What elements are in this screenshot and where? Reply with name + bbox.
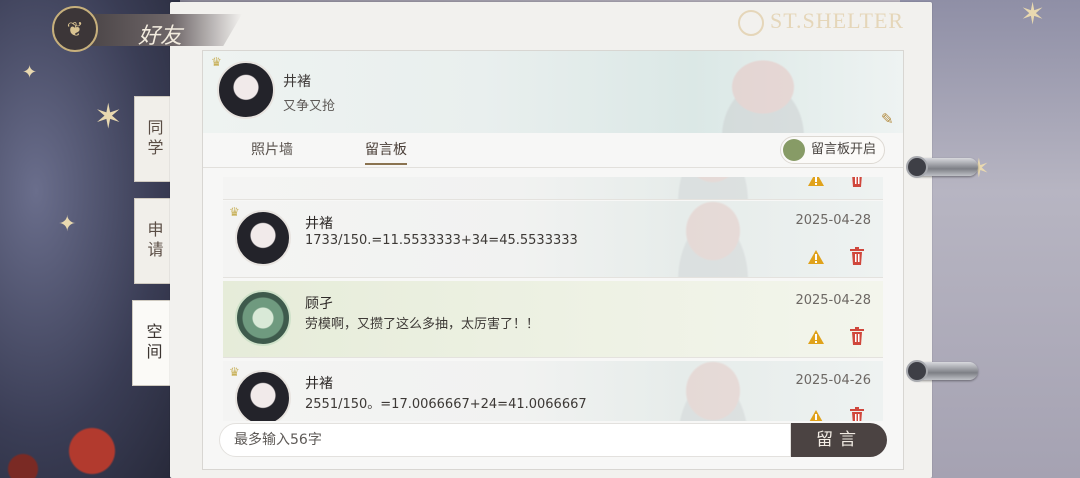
send-message-button[interactable]: 留言 xyxy=(791,423,887,457)
message-input[interactable] xyxy=(219,423,791,457)
message-author: 井褚 xyxy=(305,376,333,392)
toggle-label: 留言板开启 xyxy=(810,142,876,157)
tab-message-board[interactable]: 留言板 xyxy=(365,139,407,165)
avatar[interactable] xyxy=(217,61,275,119)
warning-icon[interactable] xyxy=(807,249,825,265)
message-text: 1733/150.=11.5533333+34=45.5533333 xyxy=(305,233,578,248)
side-tab-classmates[interactable]: 同学 xyxy=(134,96,172,182)
brand-logo: ST.SHELTER xyxy=(738,8,908,40)
space-panel: ♛ 井褚 又争又抢 ✎ 照片墙 留言板 留言板开启 ♛ 井褚 1733/150.… xyxy=(202,50,904,470)
warning-icon[interactable] xyxy=(807,409,825,421)
toggle-knob xyxy=(782,139,805,161)
profile-signature: 又争又抢 xyxy=(283,99,336,114)
list-item xyxy=(223,177,883,200)
avatar[interactable] xyxy=(235,210,291,266)
message-author: 顾孑 xyxy=(305,296,333,312)
edit-icon[interactable]: ✎ xyxy=(881,111,897,127)
list-item: 顾孑 劳模啊，又攒了这么多抽，太厉害了！！ 2025-04-28 xyxy=(223,281,883,358)
warning-icon[interactable] xyxy=(807,329,825,345)
character-illustration xyxy=(663,201,763,277)
trash-icon[interactable] xyxy=(849,247,865,265)
message-author: 井褚 xyxy=(305,216,333,232)
star-ornament-icon: ✦ xyxy=(58,212,77,237)
message-date: 2025-04-26 xyxy=(795,373,871,388)
trash-icon[interactable] xyxy=(849,407,865,421)
title-banner: ❦ 好友 xyxy=(52,6,242,52)
message-text: 劳模啊，又攒了这么多抽，太厉害了！！ xyxy=(305,317,540,332)
tab-bar: 照片墙 留言板 留言板开启 xyxy=(203,133,903,168)
message-composer: 留言 xyxy=(219,423,887,459)
character-illustration xyxy=(693,51,833,133)
profile-header: ♛ 井褚 又争又抢 ✎ xyxy=(203,51,903,133)
star-ornament-icon: ✦ xyxy=(22,62,38,83)
brand-text: ST.SHELTER xyxy=(770,8,905,33)
brand-crest-icon xyxy=(738,9,764,36)
character-illustration xyxy=(663,177,763,199)
binder-ring xyxy=(906,156,978,178)
message-date: 2025-04-28 xyxy=(795,293,871,308)
side-tab-space[interactable]: 空间 xyxy=(132,300,172,386)
character-illustration xyxy=(663,361,763,421)
message-date: 2025-04-28 xyxy=(795,213,871,228)
crown-icon: ♛ xyxy=(229,205,240,219)
message-board-toggle[interactable]: 留言板开启 xyxy=(779,136,885,164)
trash-icon[interactable] xyxy=(849,177,865,187)
message-text: 2551/150。=17.0066667+24=41.0066667 xyxy=(305,397,587,412)
page-title: 好友 xyxy=(138,24,183,49)
trash-icon[interactable] xyxy=(849,327,865,345)
crown-icon: ♛ xyxy=(229,365,240,379)
avatar[interactable] xyxy=(235,290,291,346)
list-item: ♛ 井褚 2551/150。=17.0066667+24=41.0066667 … xyxy=(223,361,883,421)
tab-photo-wall[interactable]: 照片墙 xyxy=(251,139,293,163)
warning-icon[interactable] xyxy=(807,177,825,187)
star-ornament-icon: ✶ xyxy=(94,97,123,137)
side-tab-requests[interactable]: 申请 xyxy=(134,198,172,284)
profile-name: 井褚 xyxy=(283,74,311,90)
binder-ring xyxy=(906,360,978,382)
butterfly-icon: ❦ xyxy=(52,6,98,52)
message-list[interactable]: ♛ 井褚 1733/150.=11.5533333+34=45.5533333 … xyxy=(223,177,883,421)
star-ornament-icon: ✶ xyxy=(1020,0,1046,32)
avatar[interactable] xyxy=(235,370,291,421)
list-item: ♛ 井褚 1733/150.=11.5533333+34=45.5533333 … xyxy=(223,201,883,278)
crown-icon: ♛ xyxy=(211,55,222,69)
